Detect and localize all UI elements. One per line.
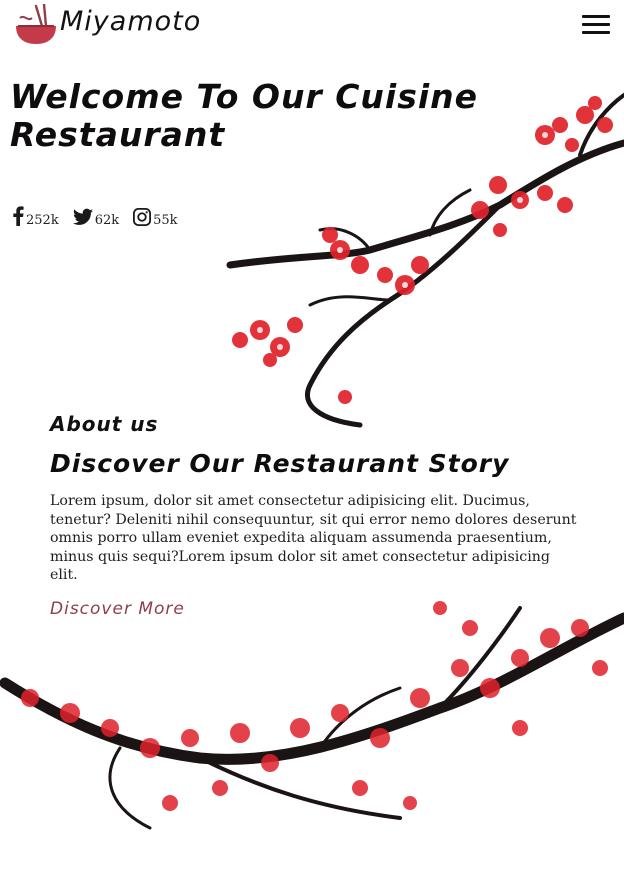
facebook-icon — [13, 206, 24, 226]
social-instagram[interactable]: 55k — [133, 208, 178, 228]
twitter-count: 62k — [94, 213, 120, 228]
social-facebook[interactable]: 252k — [12, 206, 59, 228]
facebook-count: 252k — [26, 213, 59, 228]
twitter-icon — [72, 208, 93, 225]
social-twitter[interactable]: 62k — [72, 208, 120, 228]
social-links: 252k 62k 55k — [12, 206, 178, 228]
logo[interactable]: Miyamoto — [14, 4, 201, 46]
about-label: About us — [50, 412, 159, 436]
discover-more-link[interactable]: Discover More — [50, 599, 185, 619]
hamburger-menu-icon[interactable] — [582, 15, 610, 37]
instagram-icon — [133, 208, 152, 226]
about-text: Lorem ipsum, dolor sit amet consectetur … — [50, 493, 577, 584]
cherry-blossom-branch-bottom — [0, 601, 624, 830]
brand-name: Miyamoto — [60, 5, 202, 37]
about-title: Discover Our Restaurant Story — [50, 449, 510, 478]
about-section: About us Discover Our Restaurant Story L… — [50, 412, 580, 619]
site-header: Miyamoto — [0, 0, 624, 58]
instagram-count: 55k — [153, 213, 178, 228]
noodle-bowl-icon — [16, 4, 56, 44]
hero-title: Welcome To Our Cuisine Restaurant — [10, 77, 479, 154]
